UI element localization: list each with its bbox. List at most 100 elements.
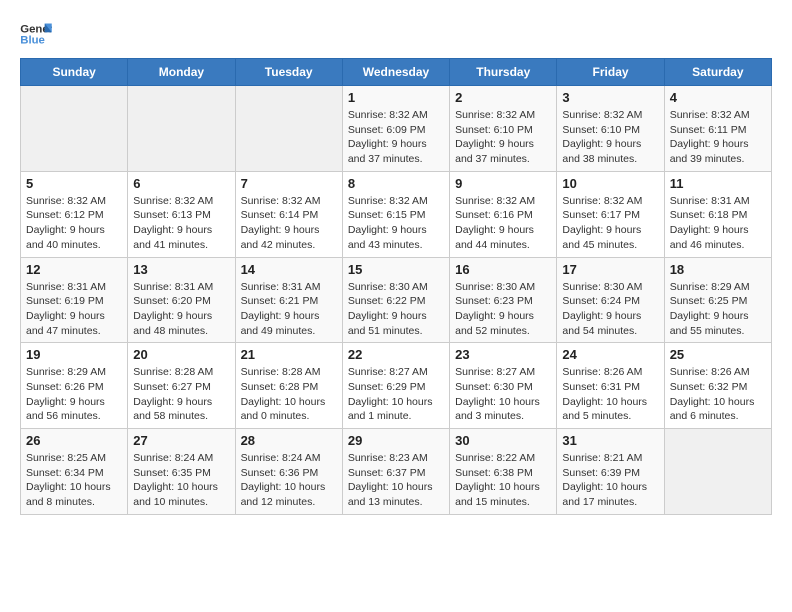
day-number: 8 (348, 176, 444, 191)
calendar-cell: 11Sunrise: 8:31 AM Sunset: 6:18 PM Dayli… (664, 171, 771, 257)
day-info: Sunrise: 8:31 AM Sunset: 6:20 PM Dayligh… (133, 280, 229, 339)
day-number: 15 (348, 262, 444, 277)
day-number: 19 (26, 347, 122, 362)
week-row-5: 26 Sunrise: 8:25 AM Sunset: 6:34 PM Dayli… (21, 429, 772, 515)
calendar-cell: 27 Sunrise: 8:24 AM Sunset: 6:35 PM Dayli… (128, 429, 235, 515)
day-number: 5 (26, 176, 122, 191)
day-info: Sunrise: 8:32 AM Sunset: 6:15 PM Dayligh… (348, 194, 444, 253)
day-number: 28 (241, 433, 337, 448)
week-row-3: 12 Sunrise: 8:31 AM Sunset: 6:19 PM Dayli… (21, 257, 772, 343)
day-info: Sunrise: 8:22 AM Sunset: 6:38 PM Dayligh… (455, 451, 551, 510)
calendar-cell: 20Sunrise: 8:28 AM Sunset: 6:27 PM Dayli… (128, 343, 235, 429)
day-info: Sunrise: 8:32 AM Sunset: 6:11 PM Dayligh… (670, 108, 766, 167)
calendar-cell: 16 Sunrise: 8:30 AM Sunset: 6:23 PM Dayli… (450, 257, 557, 343)
day-number: 18 (670, 262, 766, 277)
day-number: 2 (455, 90, 551, 105)
day-info: Sunrise: 8:32 AM Sunset: 6:17 PM Dayligh… (562, 194, 658, 253)
logo-icon: General Blue (20, 20, 52, 48)
calendar-cell (21, 86, 128, 172)
week-row-4: 19 Sunrise: 8:29 AM Sunset: 6:26 PM Dayli… (21, 343, 772, 429)
weekday-header-tuesday: Tuesday (235, 59, 342, 86)
calendar-cell: 5 Sunrise: 8:32 AM Sunset: 6:12 PM Daylig… (21, 171, 128, 257)
calendar-cell: 13 Sunrise: 8:31 AM Sunset: 6:20 PM Dayli… (128, 257, 235, 343)
calendar-cell (128, 86, 235, 172)
day-info: Sunrise: 8:32 AM Sunset: 6:12 PM Dayligh… (26, 194, 122, 253)
day-info: Sunrise: 8:26 AM Sunset: 6:32 PM Dayligh… (670, 365, 766, 424)
day-info: Sunrise: 8:32 AM Sunset: 6:09 PM Dayligh… (348, 108, 444, 167)
calendar-cell: 4 Sunrise: 8:32 AM Sunset: 6:11 PM Daylig… (664, 86, 771, 172)
calendar-cell (235, 86, 342, 172)
day-number: 27 (133, 433, 229, 448)
day-number: 17 (562, 262, 658, 277)
day-number: 24 (562, 347, 658, 362)
day-info: Sunrise: 8:31 AM Sunset: 6:19 PM Dayligh… (26, 280, 122, 339)
day-info: Sunrise: 8:27 AM Sunset: 6:30 PM Dayligh… (455, 365, 551, 424)
calendar-cell: 21Sunrise: 8:28 AM Sunset: 6:28 PM Dayli… (235, 343, 342, 429)
calendar-body: 1 Sunrise: 8:32 AM Sunset: 6:09 PM Daylig… (21, 86, 772, 515)
calendar-table: SundayMondayTuesdayWednesdayThursdayFrid… (20, 58, 772, 515)
day-number: 13 (133, 262, 229, 277)
calendar-cell: 1 Sunrise: 8:32 AM Sunset: 6:09 PM Daylig… (342, 86, 449, 172)
calendar-cell: 14 Sunrise: 8:31 AM Sunset: 6:21 PM Dayli… (235, 257, 342, 343)
week-row-1: 1 Sunrise: 8:32 AM Sunset: 6:09 PM Daylig… (21, 86, 772, 172)
calendar-cell: 7Sunrise: 8:32 AM Sunset: 6:14 PM Daylig… (235, 171, 342, 257)
day-info: Sunrise: 8:24 AM Sunset: 6:36 PM Dayligh… (241, 451, 337, 510)
day-number: 1 (348, 90, 444, 105)
day-info: Sunrise: 8:32 AM Sunset: 6:16 PM Dayligh… (455, 194, 551, 253)
day-number: 31 (562, 433, 658, 448)
day-number: 6 (133, 176, 229, 191)
day-number: 12 (26, 262, 122, 277)
calendar-cell: 28 Sunrise: 8:24 AM Sunset: 6:36 PM Dayli… (235, 429, 342, 515)
weekday-header-monday: Monday (128, 59, 235, 86)
day-info: Sunrise: 8:21 AM Sunset: 6:39 PM Dayligh… (562, 451, 658, 510)
day-info: Sunrise: 8:29 AM Sunset: 6:26 PM Dayligh… (26, 365, 122, 424)
day-number: 7 (241, 176, 337, 191)
day-info: Sunrise: 8:32 AM Sunset: 6:13 PM Dayligh… (133, 194, 229, 253)
calendar-cell: 18 Sunrise: 8:29 AM Sunset: 6:25 PM Dayli… (664, 257, 771, 343)
day-info: Sunrise: 8:29 AM Sunset: 6:25 PM Dayligh… (670, 280, 766, 339)
day-info: Sunrise: 8:30 AM Sunset: 6:23 PM Dayligh… (455, 280, 551, 339)
svg-text:Blue: Blue (20, 35, 45, 47)
weekday-header-sunday: Sunday (21, 59, 128, 86)
day-number: 4 (670, 90, 766, 105)
calendar-cell: 3 Sunrise: 8:32 AM Sunset: 6:10 PM Daylig… (557, 86, 664, 172)
day-number: 9 (455, 176, 551, 191)
calendar-cell: 31 Sunrise: 8:21 AM Sunset: 6:39 PM Dayli… (557, 429, 664, 515)
day-info: Sunrise: 8:30 AM Sunset: 6:22 PM Dayligh… (348, 280, 444, 339)
day-info: Sunrise: 8:32 AM Sunset: 6:10 PM Dayligh… (562, 108, 658, 167)
day-number: 25 (670, 347, 766, 362)
calendar-cell: 26 Sunrise: 8:25 AM Sunset: 6:34 PM Dayli… (21, 429, 128, 515)
day-info: Sunrise: 8:32 AM Sunset: 6:10 PM Dayligh… (455, 108, 551, 167)
day-info: Sunrise: 8:31 AM Sunset: 6:21 PM Dayligh… (241, 280, 337, 339)
day-info: Sunrise: 8:28 AM Sunset: 6:27 PM Dayligh… (133, 365, 229, 424)
calendar-cell: 29 Sunrise: 8:23 AM Sunset: 6:37 PM Dayli… (342, 429, 449, 515)
day-number: 16 (455, 262, 551, 277)
calendar-cell: 23Sunrise: 8:27 AM Sunset: 6:30 PM Dayli… (450, 343, 557, 429)
calendar-cell: 24 Sunrise: 8:26 AM Sunset: 6:31 PM Dayli… (557, 343, 664, 429)
calendar-cell: 25 Sunrise: 8:26 AM Sunset: 6:32 PM Dayli… (664, 343, 771, 429)
calendar-cell: 22 Sunrise: 8:27 AM Sunset: 6:29 PM Dayli… (342, 343, 449, 429)
day-number: 14 (241, 262, 337, 277)
weekday-header-saturday: Saturday (664, 59, 771, 86)
calendar-cell: 17Sunrise: 8:30 AM Sunset: 6:24 PM Dayli… (557, 257, 664, 343)
day-info: Sunrise: 8:23 AM Sunset: 6:37 PM Dayligh… (348, 451, 444, 510)
calendar-cell: 10 Sunrise: 8:32 AM Sunset: 6:17 PM Dayli… (557, 171, 664, 257)
day-number: 22 (348, 347, 444, 362)
day-number: 21 (241, 347, 337, 362)
day-number: 29 (348, 433, 444, 448)
calendar-cell: 30 Sunrise: 8:22 AM Sunset: 6:38 PM Dayli… (450, 429, 557, 515)
calendar-cell: 2 Sunrise: 8:32 AM Sunset: 6:10 PM Daylig… (450, 86, 557, 172)
day-number: 10 (562, 176, 658, 191)
day-number: 3 (562, 90, 658, 105)
day-info: Sunrise: 8:26 AM Sunset: 6:31 PM Dayligh… (562, 365, 658, 424)
week-row-2: 5 Sunrise: 8:32 AM Sunset: 6:12 PM Daylig… (21, 171, 772, 257)
calendar-cell: 15 Sunrise: 8:30 AM Sunset: 6:22 PM Dayli… (342, 257, 449, 343)
calendar-cell: 12 Sunrise: 8:31 AM Sunset: 6:19 PM Dayli… (21, 257, 128, 343)
page-header: General Blue (20, 20, 772, 48)
day-number: 11 (670, 176, 766, 191)
day-info: Sunrise: 8:27 AM Sunset: 6:29 PM Dayligh… (348, 365, 444, 424)
day-number: 26 (26, 433, 122, 448)
day-info: Sunrise: 8:24 AM Sunset: 6:35 PM Dayligh… (133, 451, 229, 510)
day-number: 30 (455, 433, 551, 448)
day-info: Sunrise: 8:25 AM Sunset: 6:34 PM Dayligh… (26, 451, 122, 510)
